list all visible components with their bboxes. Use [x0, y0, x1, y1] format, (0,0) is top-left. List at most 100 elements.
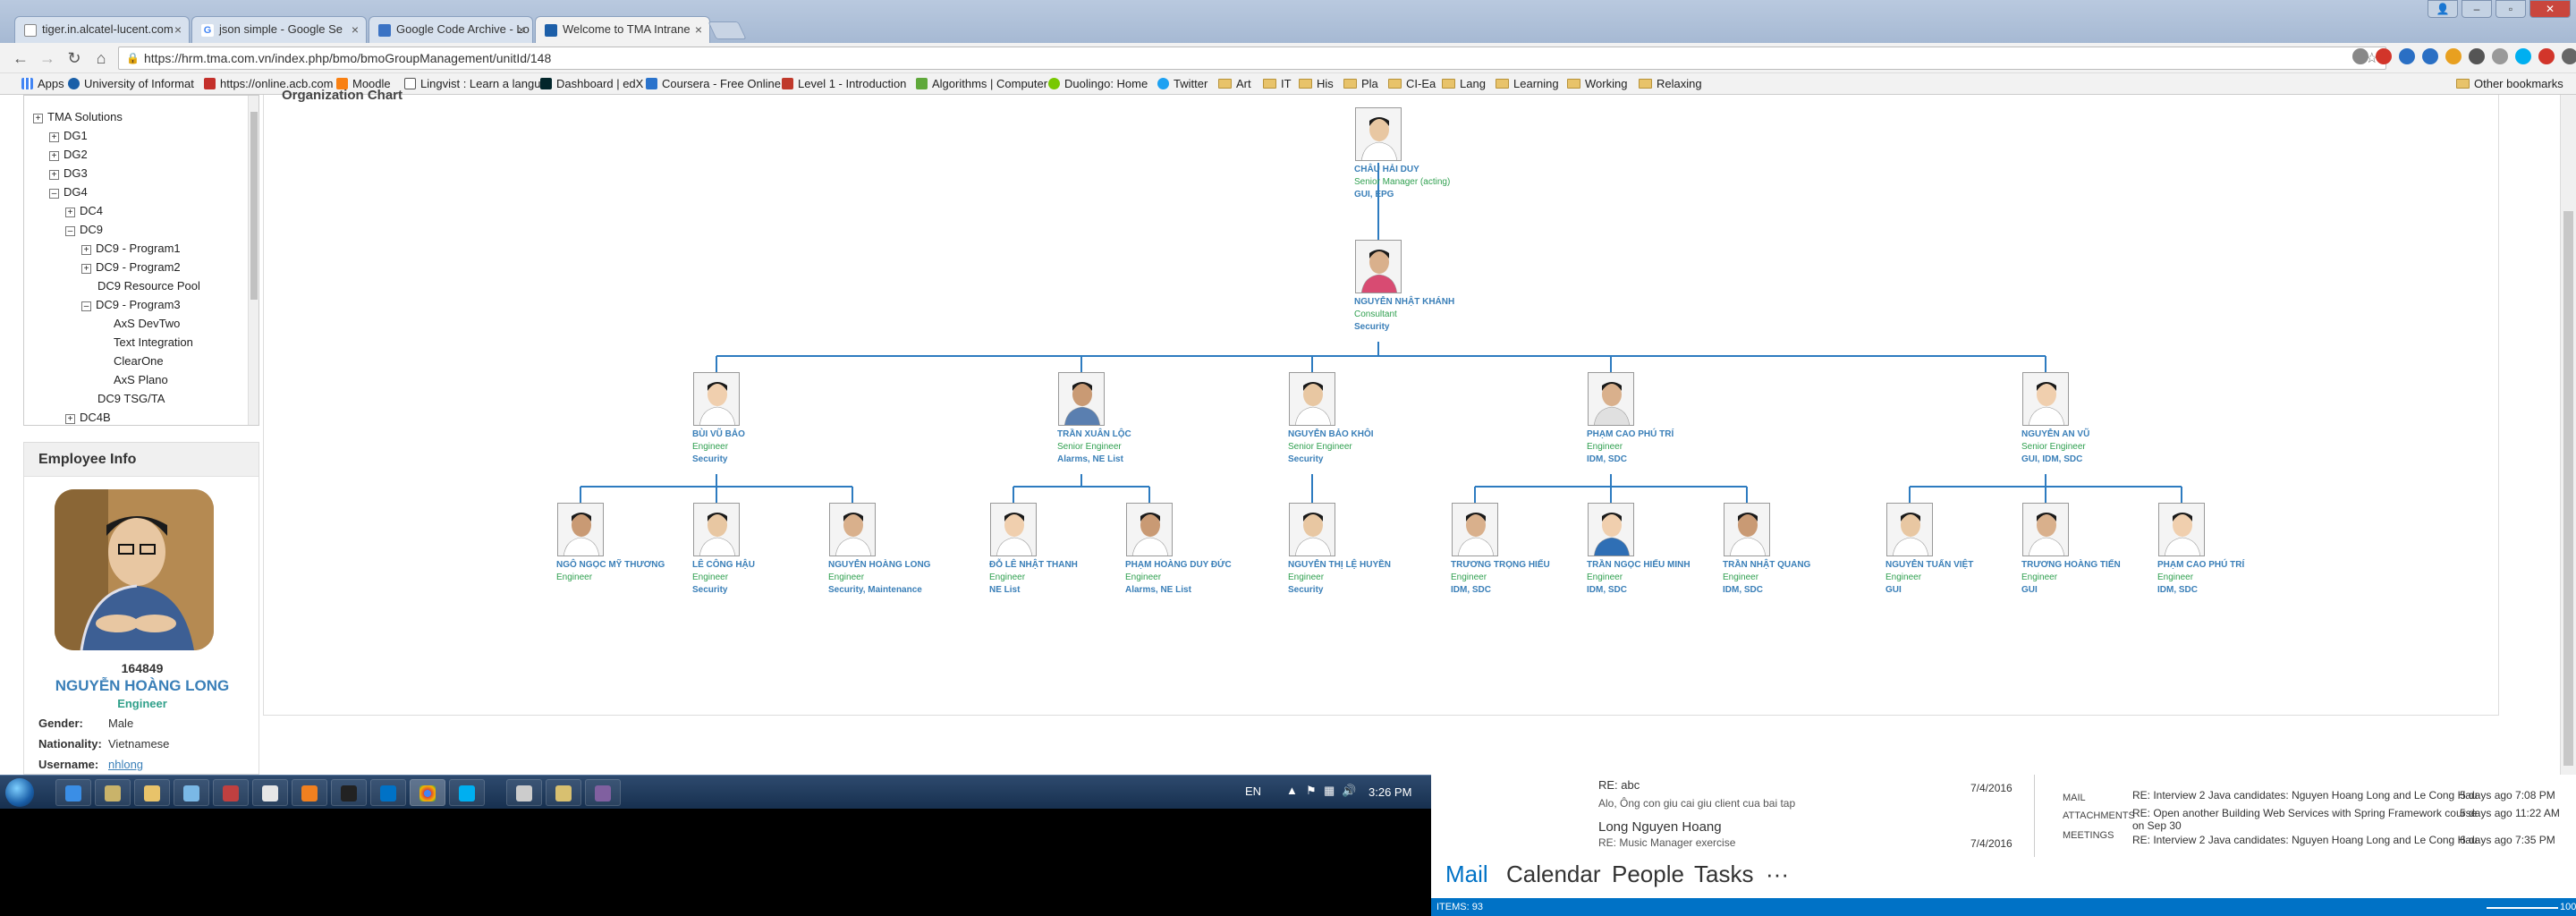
- related-mail[interactable]: on Sep 30: [2132, 819, 2182, 832]
- taskbar-app[interactable]: [134, 779, 170, 806]
- tree-node[interactable]: – DC9: [65, 223, 103, 236]
- bookmark-item[interactable]: Lingvist : Learn a langu: [404, 77, 540, 90]
- tree-node[interactable]: + DG1: [49, 129, 88, 142]
- tab-tiger[interactable]: tiger.in.alcatel-lucent.com ×: [14, 16, 190, 43]
- person-name[interactable]: PHẠM CAO PHÚ TRÍ: [1587, 429, 1763, 439]
- minimize-button[interactable]: –: [2462, 0, 2492, 18]
- url-text[interactable]: https://hrm.tma.com.vn/index.php/bmo/bmo…: [144, 51, 551, 65]
- org-person[interactable]: TRẦN XUÂN LỘC Senior Engineer Alarms, NE L…: [1005, 372, 1157, 464]
- person-name[interactable]: NGUYỄN AN VŨ: [2021, 429, 2198, 439]
- nav-calendar[interactable]: Calendar: [1506, 861, 1601, 888]
- related-mail[interactable]: RE: Interview 2 Java candidates: Nguyen …: [2132, 789, 2478, 802]
- org-person[interactable]: NGUYỄN TUẤN VIỆT Engineer GUI: [1834, 503, 1986, 595]
- menu-icon[interactable]: [2562, 48, 2576, 64]
- tree-node[interactable]: + DG3: [49, 166, 88, 180]
- org-person[interactable]: LÊ CÔNG HẬU Engineer Security: [640, 503, 792, 595]
- language-indicator[interactable]: EN: [1245, 785, 1261, 798]
- person-photo[interactable]: [1886, 503, 1933, 556]
- nav-tasks[interactable]: Tasks: [1694, 861, 1753, 888]
- org-person[interactable]: TRẦN NHẬT QUANG Engineer IDM, SDC: [1671, 503, 1823, 595]
- taskbar-app[interactable]: [331, 779, 367, 806]
- person-photo[interactable]: [2158, 503, 2205, 556]
- page-scrollbar[interactable]: [2560, 95, 2576, 775]
- category-meetings[interactable]: MEETINGS: [2063, 830, 2114, 841]
- org-person[interactable]: PHẠM HOÀNG DUY ĐỨC Engineer Alarms, NE Lis…: [1073, 503, 1232, 595]
- bookmark-item[interactable]: Duolingo: Home: [1048, 77, 1148, 90]
- tree-node[interactable]: DC9 Resource Pool: [97, 279, 200, 293]
- org-person[interactable]: TRẦN NGỌC HIẾU MINH Engineer IDM, SDC: [1535, 503, 1690, 595]
- forward-button[interactable]: →: [38, 49, 57, 67]
- person-photo[interactable]: [693, 372, 740, 426]
- other-bookmarks[interactable]: Other bookmarks: [2456, 77, 2563, 90]
- tree-node[interactable]: – DG4: [49, 185, 88, 199]
- extension-icon[interactable]: [2399, 48, 2415, 64]
- org-person[interactable]: CHÂU HẢI DUY Senior Manager (acting) GUI, …: [1302, 107, 1454, 199]
- taskbar-app[interactable]: [95, 779, 131, 806]
- address-bar[interactable]: 🔒 https://hrm.tma.com.vn/index.php/bmo/b…: [118, 47, 2386, 70]
- clock[interactable]: 3:26 PM: [1368, 785, 1411, 799]
- close-window-button[interactable]: ✕: [2529, 0, 2571, 18]
- org-person[interactable]: NGUYỄN THỊ LỆ HUYỀN Engineer Security: [1236, 503, 1391, 595]
- skype-icon[interactable]: [2515, 48, 2531, 64]
- person-name[interactable]: PHẠM CAO PHÚ TRÍ: [2157, 560, 2334, 570]
- tree-node[interactable]: + DC9 - Program2: [81, 260, 181, 274]
- reload-button[interactable]: ↻: [64, 49, 84, 67]
- org-person[interactable]: TRƯƠNG HOÀNG TIẾN Engineer GUI: [1970, 503, 2122, 595]
- taskbar-app[interactable]: [585, 779, 621, 806]
- tray-arrow-icon[interactable]: ▲: [1286, 784, 1298, 797]
- person-name[interactable]: CHÂU HẢI DUY: [1354, 165, 1530, 174]
- person-photo[interactable]: [1126, 503, 1173, 556]
- person-photo[interactable]: [990, 503, 1037, 556]
- related-mail[interactable]: RE: Interview 2 Java candidates: Nguyen …: [2132, 834, 2478, 846]
- taskbar-outlook[interactable]: [370, 779, 406, 806]
- tree-node[interactable]: + DC4B: [65, 411, 111, 424]
- tree-scrollbar[interactable]: [248, 96, 258, 425]
- person-photo[interactable]: [2022, 503, 2069, 556]
- org-person[interactable]: TRƯƠNG TRỌNG HIẾU Engineer IDM, SDC: [1399, 503, 1551, 595]
- close-icon[interactable]: ×: [518, 17, 525, 42]
- taskbar-chrome[interactable]: [410, 779, 445, 806]
- person-photo[interactable]: [1289, 503, 1335, 556]
- flag-icon[interactable]: ⚑: [1306, 784, 1317, 798]
- person-photo[interactable]: [1355, 107, 1402, 161]
- person-name[interactable]: BÙI VŨ BẢO: [692, 429, 869, 439]
- related-mail[interactable]: RE: Open another Building Web Services w…: [2132, 807, 2477, 819]
- bookmark-item[interactable]: University of Informat: [68, 77, 194, 90]
- taskbar-app[interactable]: [546, 779, 581, 806]
- person-photo[interactable]: [1355, 240, 1402, 293]
- tab-tma-intranet[interactable]: Welcome to TMA Intrane ×: [535, 16, 710, 44]
- bookmark-folder[interactable]: Learning: [1496, 77, 1559, 90]
- category-attachments[interactable]: ATTACHMENTS: [2063, 810, 2135, 821]
- org-person[interactable]: NGUYỄN BẢO KHÔI Senior Engineer Security: [1236, 372, 1388, 464]
- nav-mail[interactable]: Mail: [1445, 861, 1488, 888]
- org-person[interactable]: BÙI VŨ BẢO Engineer Security: [640, 372, 792, 464]
- org-person[interactable]: NGUYỄN NHẬT KHÁNH Consultant Security: [1302, 240, 1454, 332]
- taskbar-app[interactable]: [174, 779, 209, 806]
- close-icon[interactable]: ×: [352, 17, 359, 42]
- taskbar-app[interactable]: [55, 779, 91, 806]
- bookmark-folder[interactable]: Relaxing: [1639, 77, 1702, 90]
- bookmark-item[interactable]: Twitter: [1157, 77, 1208, 90]
- taskbar-app[interactable]: [252, 779, 288, 806]
- bookmark-folder[interactable]: Pla: [1343, 77, 1378, 90]
- person-name[interactable]: NGUYỄN BẢO KHÔI: [1288, 429, 1464, 439]
- user-icon[interactable]: 👤: [2428, 0, 2458, 18]
- extension-icon[interactable]: [2492, 48, 2508, 64]
- tree-node[interactable]: ClearOne: [114, 354, 164, 368]
- close-icon[interactable]: ×: [174, 17, 182, 42]
- bookmark-folder[interactable]: CI-Ea: [1388, 77, 1436, 90]
- new-tab-button[interactable]: [708, 21, 747, 39]
- mail-item[interactable]: RE: abc Alo, Ông con giu cai giu client …: [1598, 778, 1795, 810]
- extension-icon[interactable]: [2422, 48, 2438, 64]
- bookmark-folder[interactable]: Working: [1567, 77, 1627, 90]
- taskbar-app[interactable]: [213, 779, 249, 806]
- bookmark-folder[interactable]: Art: [1218, 77, 1251, 90]
- home-button[interactable]: ⌂: [91, 49, 111, 67]
- taskbar-app[interactable]: [506, 779, 542, 806]
- bookmark-item[interactable]: Dashboard | edX: [540, 77, 643, 90]
- org-person[interactable]: NGÔ NGỌC MỸ THƯƠNG Engineer: [504, 503, 665, 585]
- person-photo[interactable]: [557, 503, 604, 556]
- nav-people[interactable]: People: [1612, 861, 1684, 888]
- extension-icon[interactable]: [2376, 48, 2392, 64]
- tree-node[interactable]: + TMA Solutions: [33, 110, 123, 123]
